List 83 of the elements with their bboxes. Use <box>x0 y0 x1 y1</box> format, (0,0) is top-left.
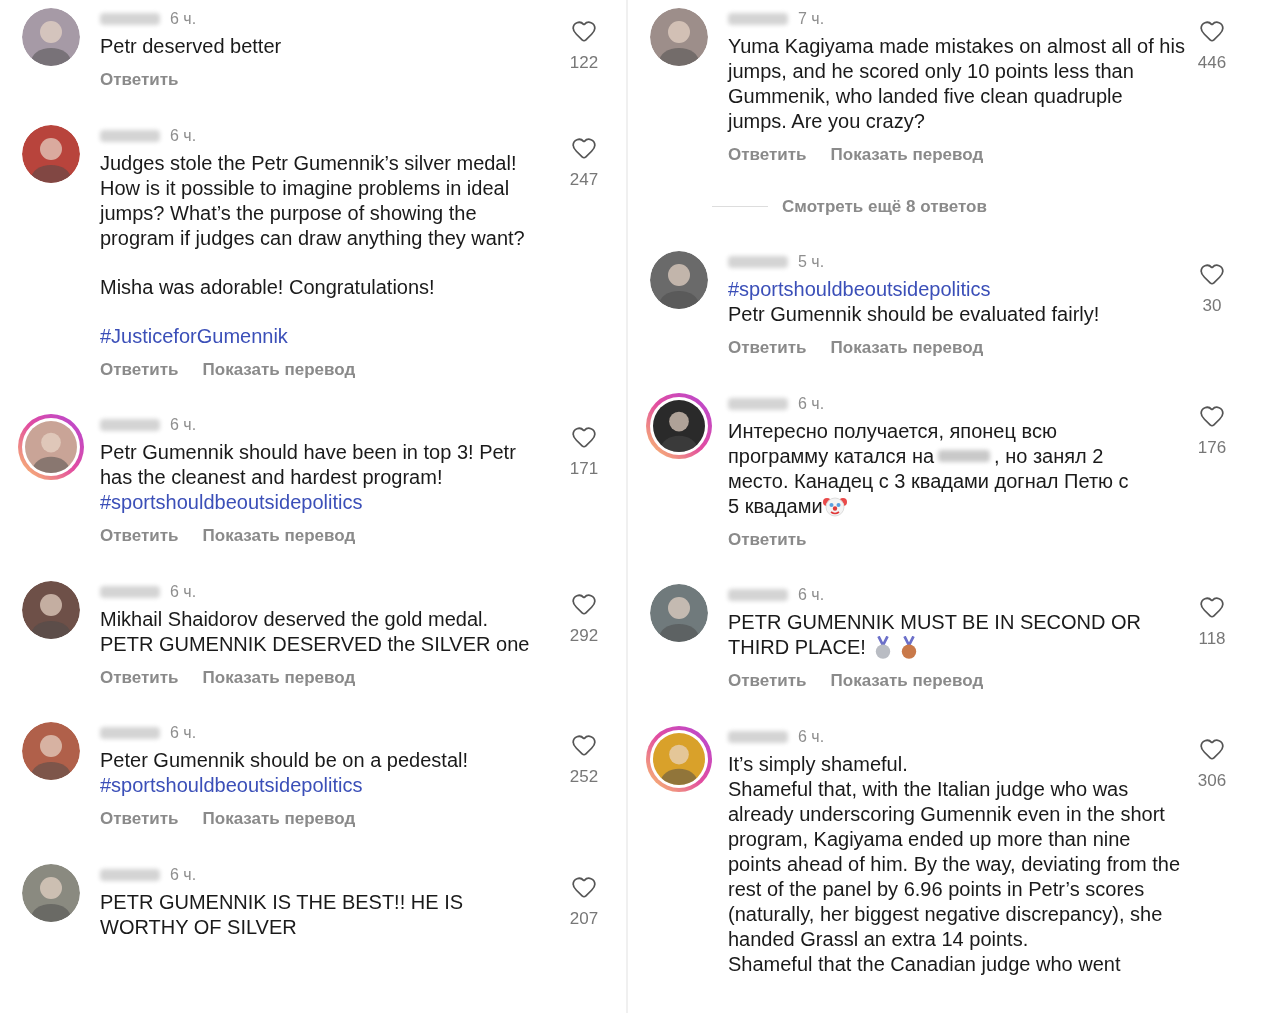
comment-time: 5 ч. <box>798 252 825 272</box>
translate-button[interactable]: Показать перевод <box>202 806 356 832</box>
translate-button[interactable]: Показать перевод <box>202 356 356 382</box>
comment-text: Shameful that the Canadian judge who went <box>728 952 1121 975</box>
like-count: 446 <box>1197 52 1227 74</box>
like-count: 247 <box>569 168 599 191</box>
comment-time: 6 ч. <box>170 864 197 885</box>
like-count: 306 <box>1197 769 1227 792</box>
reply-button[interactable]: Ответить <box>100 67 179 93</box>
comment-time: 6 ч. <box>170 581 197 602</box>
like-count: 252 <box>569 766 599 788</box>
blurred-username <box>728 589 788 601</box>
reply-button[interactable]: Ответить <box>728 526 807 552</box>
reply-button[interactable]: Ответить <box>100 664 179 690</box>
translate-button[interactable]: Показать перевод <box>830 335 984 361</box>
comment-text: Mikhail Shaidorov deserved the gold medal. PETR GUMENNIK DESERVED the SILVER one <box>100 607 530 655</box>
comment-text: Yuma Kagiyama made mistakes on almost all of his jumps, and he scored only 10 points less than Gummenik, who landed five clean quadruple jumps. Are you crazy? <box>728 35 1185 132</box>
view-replies-button[interactable]: Смотреть ещё 8 ответов <box>782 193 987 219</box>
comment-time: 6 ч. <box>170 9 197 29</box>
blurred-username <box>728 397 788 410</box>
like-count: 30 <box>1202 295 1222 317</box>
comment-text: PETR GUMENNIK MUST BE IN SECOND OR <box>728 611 1141 633</box>
translate-button[interactable]: Показать перевод <box>830 142 984 168</box>
translate-button[interactable]: Показать перевод <box>202 664 356 690</box>
translate-button[interactable]: Показать перевод <box>830 668 984 694</box>
comment-time: 6 ч. <box>170 125 197 146</box>
like-count: 292 <box>569 624 599 647</box>
medal-icon <box>899 635 918 660</box>
comment-text: Интересно получается, японец всю <box>728 419 1057 442</box>
like-icon[interactable] <box>571 732 597 758</box>
like-count: 207 <box>569 907 599 930</box>
comment-time: 6 ч. <box>798 585 825 605</box>
like-icon[interactable] <box>1199 18 1225 44</box>
comment-time: 6 ч. <box>170 415 197 435</box>
like-count: 118 <box>1198 628 1226 650</box>
blurred-username <box>100 13 160 25</box>
blurred-username <box>100 585 160 598</box>
blurred-username <box>728 256 788 268</box>
translate-button[interactable]: Показать перевод <box>202 523 356 549</box>
reply-button[interactable]: Ответить <box>100 356 179 382</box>
comment-text: место. Канадец с 3 квадами догнал Петю с <box>728 469 1129 492</box>
medal-icon <box>873 635 892 660</box>
comment-text: Petr deserved better <box>100 35 282 57</box>
comment-text: It’s simply shameful. <box>728 752 908 775</box>
comment-text: Peter Gumennik should be on a pedestal! <box>100 749 469 771</box>
comment-time: 6 ч. <box>170 723 197 743</box>
comment-text: 5 квадами <box>728 493 823 519</box>
comment-text: Petr Gumennik should have been in top 3! Petr has the cleanest and hardest program! <box>100 441 516 488</box>
like-icon[interactable] <box>571 18 597 44</box>
like-icon[interactable] <box>1199 261 1225 287</box>
hashtag-link[interactable]: #sportshouldbeoutsidepolitics <box>100 774 363 796</box>
comment-text: Judges stole the Petr Gumennik’s silver medal! How is it possible to imagine problems in ideal jumps? What’s the purpose of showing the program if judges can draw anything they want? <box>100 151 525 249</box>
comment-text: Shameful that, with the Italian judge who was already underscoring Gumennik even in the short program, Kagiyama ended up more than nine points ahead of him. By the way, deviating from the rest of the panel by 6.96 points in Petr’s scores (naturally, her biggest negative discrepancy), she handed Grassl an extra 14 points. <box>728 777 1181 950</box>
comment-text: PETR GUMENNIK IS THE BEST!! HE IS WORTHY OF SILVER <box>100 890 464 938</box>
like-icon[interactable] <box>1199 594 1225 620</box>
comment-text: THIRD PLACE! <box>728 635 866 660</box>
hashtag-link[interactable]: #sportshouldbeoutsidepolitics <box>728 278 991 300</box>
comment-time: 7 ч. <box>798 9 825 29</box>
blurred-username <box>100 419 160 431</box>
like-count: 176 <box>1197 436 1227 459</box>
blurred-username <box>100 129 160 142</box>
like-count: 171 <box>569 458 599 480</box>
comment-text: Petr Gumennik should be evaluated fairly! <box>728 303 1100 325</box>
like-count: 122 <box>569 52 599 74</box>
blurred-username <box>728 730 788 743</box>
blurred-username <box>100 868 160 881</box>
hashtag-link[interactable]: #sportshouldbeoutsidepolitics <box>100 491 363 513</box>
blurred-username <box>728 13 788 25</box>
reply-button[interactable]: Ответить <box>728 668 807 694</box>
comment-time: 6 ч. <box>798 726 825 747</box>
blurred-word <box>938 450 991 462</box>
comment-text: , но занял 2 <box>994 443 1104 469</box>
clown-emoji-icon <box>822 494 847 518</box>
like-icon[interactable] <box>571 424 597 450</box>
reply-button[interactable]: Ответить <box>100 806 179 832</box>
reply-button[interactable]: Ответить <box>728 142 807 168</box>
reply-button[interactable]: Ответить <box>100 523 179 549</box>
comment-text: программу катался на <box>728 443 935 469</box>
comment-time: 6 ч. <box>798 393 825 414</box>
comment-text: Misha was adorable! Congratulations! <box>100 275 435 298</box>
hashtag-link[interactable]: #JusticeforGumennik <box>100 324 288 347</box>
reply-button[interactable]: Ответить <box>728 335 807 361</box>
blurred-username <box>100 727 160 739</box>
